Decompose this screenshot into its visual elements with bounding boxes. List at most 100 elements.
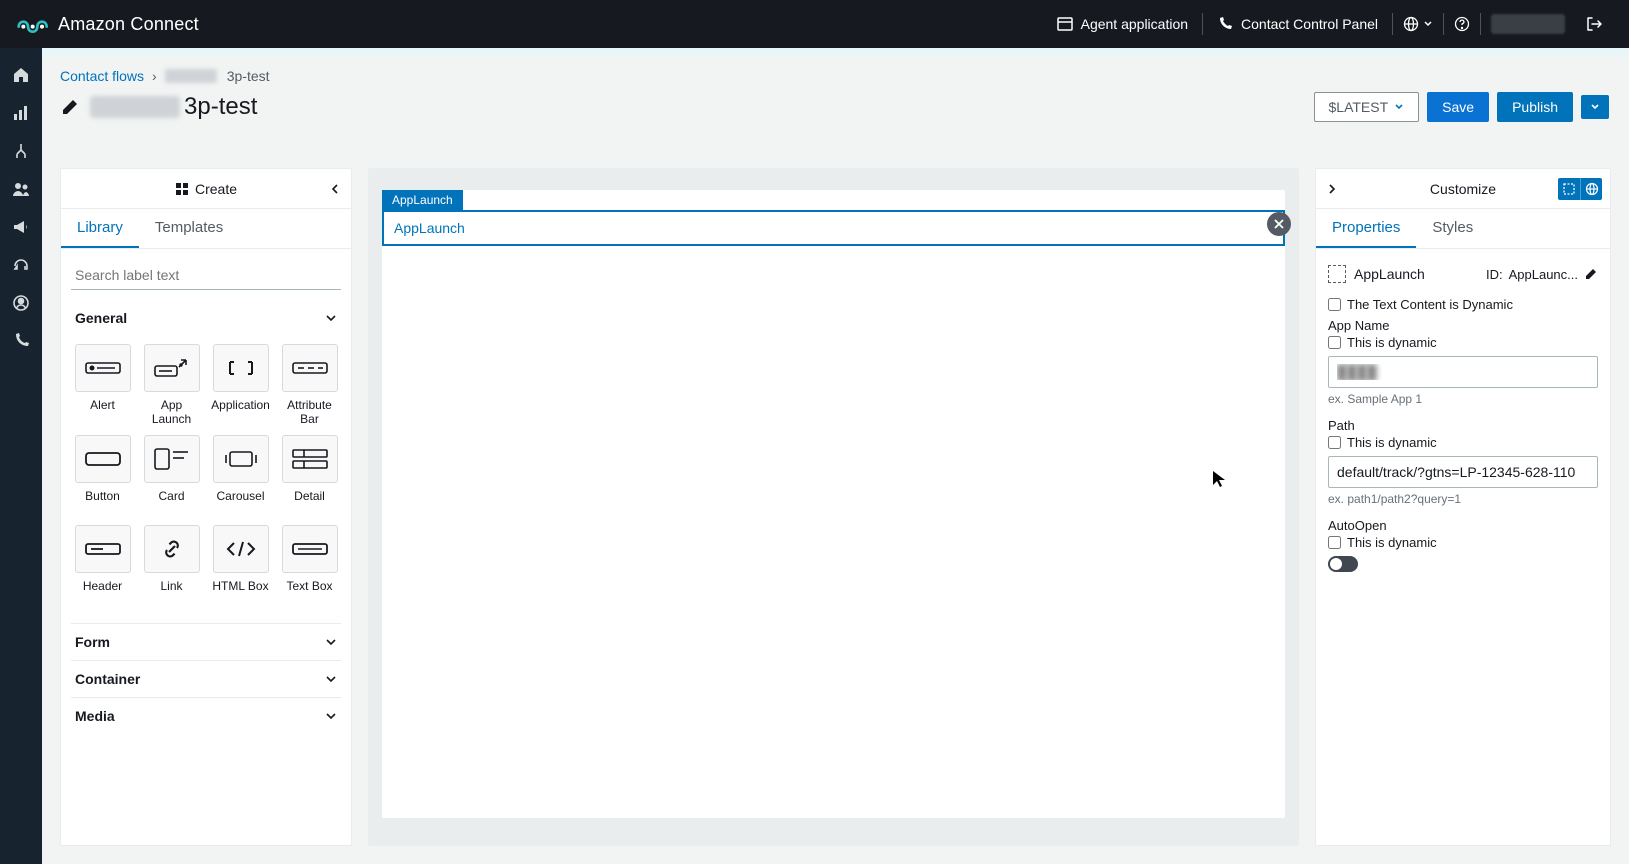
id-label: ID: xyxy=(1486,267,1503,282)
ccp-label: Contact Control Panel xyxy=(1241,16,1378,32)
section-media[interactable]: Media xyxy=(71,697,341,734)
breadcrumb-root[interactable]: Contact flows xyxy=(60,68,144,84)
path-dynamic-label: This is dynamic xyxy=(1347,435,1437,450)
autoopen-label: AutoOpen xyxy=(1328,518,1598,533)
customize-header-label: Customize xyxy=(1430,181,1496,197)
tab-library[interactable]: Library xyxy=(61,209,139,248)
autoopen-dynamic-row[interactable]: This is dynamic xyxy=(1328,535,1598,550)
edit-title-icon[interactable] xyxy=(60,97,80,117)
logout-button[interactable] xyxy=(1575,15,1613,33)
breadcrumb: Contact flows › 3p-test xyxy=(60,68,1611,84)
autoopen-dynamic-checkbox[interactable] xyxy=(1328,536,1341,549)
title-redacted xyxy=(90,96,180,118)
version-label: $LATEST xyxy=(1329,99,1389,115)
create-header-label: Create xyxy=(195,181,237,197)
user-menu[interactable] xyxy=(1481,14,1575,34)
block-link[interactable]: Link xyxy=(140,525,203,607)
element-name: AppLaunch xyxy=(1354,266,1425,282)
canvas-node-close[interactable] xyxy=(1267,212,1291,236)
language-menu[interactable] xyxy=(1393,16,1443,32)
ccp-link[interactable]: Contact Control Panel xyxy=(1203,16,1392,32)
section-form[interactable]: Form xyxy=(71,623,341,660)
app-name-hint: ex. Sample App 1 xyxy=(1328,392,1598,406)
globe-icon xyxy=(1403,16,1419,32)
block-app-launch[interactable]: App Launch xyxy=(140,344,203,427)
block-carousel[interactable]: Carousel xyxy=(209,435,272,517)
caret-down-icon xyxy=(1394,102,1404,112)
block-detail[interactable]: Detail xyxy=(278,435,341,517)
block-text-box[interactable]: Text Box xyxy=(278,525,341,607)
tab-templates[interactable]: Templates xyxy=(139,209,239,248)
preview-mode-button[interactable] xyxy=(1580,178,1602,200)
canvas-node-input[interactable] xyxy=(382,210,1285,246)
customize-tabs: Properties Styles xyxy=(1316,209,1610,249)
collapse-create-button[interactable] xyxy=(329,183,341,195)
dynamic-text-label: The Text Content is Dynamic xyxy=(1347,297,1513,312)
help-button[interactable] xyxy=(1444,16,1480,32)
user-name-redacted xyxy=(1491,14,1565,34)
edit-id-button[interactable] xyxy=(1584,267,1598,281)
block-button[interactable]: Button xyxy=(71,435,134,517)
customize-panel: Customize Properties Styles xyxy=(1315,168,1611,846)
dynamic-text-row[interactable]: The Text Content is Dynamic xyxy=(1328,297,1598,312)
mouse-cursor-icon xyxy=(1212,470,1226,488)
save-button[interactable]: Save xyxy=(1427,92,1489,122)
chevron-right-icon xyxy=(1326,183,1338,195)
block-alert[interactable]: Alert xyxy=(71,344,134,427)
block-header[interactable]: Header xyxy=(71,525,134,607)
section-form-label: Form xyxy=(75,634,110,650)
publish-menu-button[interactable] xyxy=(1581,95,1609,119)
canvas[interactable]: AppLaunch xyxy=(382,190,1285,818)
agent-application-link[interactable]: Agent application xyxy=(1043,16,1202,32)
phone-icon xyxy=(1217,16,1233,32)
path-hint: ex. path1/path2?query=1 xyxy=(1328,492,1598,506)
block-attribute-bar[interactable]: Attribute Bar xyxy=(278,344,341,427)
breadcrumb-redacted xyxy=(165,69,217,83)
blocks-grid: Alert App Launch Application Attribute B… xyxy=(71,336,341,623)
collapse-customize-button[interactable] xyxy=(1326,183,1338,195)
section-container[interactable]: Container xyxy=(71,660,341,697)
nav-phone-icon[interactable] xyxy=(12,332,30,350)
section-general[interactable]: General xyxy=(71,300,341,336)
nav-users-icon[interactable] xyxy=(12,180,30,198)
select-mode-button[interactable] xyxy=(1558,178,1580,200)
publish-button[interactable]: Publish xyxy=(1497,92,1573,122)
title-suffix: 3p-test xyxy=(184,93,257,121)
globe-icon xyxy=(1585,182,1599,196)
bounding-box-icon xyxy=(1562,182,1576,196)
path-input[interactable] xyxy=(1328,456,1598,488)
dynamic-text-checkbox[interactable] xyxy=(1328,298,1341,311)
tab-styles[interactable]: Styles xyxy=(1416,209,1489,248)
chevron-left-icon xyxy=(329,183,341,195)
chevron-down-icon xyxy=(325,636,337,648)
nav-analytics-icon[interactable] xyxy=(12,104,30,122)
app-name-dynamic-checkbox[interactable] xyxy=(1328,336,1341,349)
block-html-box[interactable]: HTML Box xyxy=(209,525,272,607)
connect-logo-icon xyxy=(16,12,48,36)
path-dynamic-row[interactable]: This is dynamic xyxy=(1328,435,1598,450)
canvas-wrap: AppLaunch xyxy=(368,168,1299,846)
nav-routing-icon[interactable] xyxy=(12,142,30,160)
element-type-icon xyxy=(1328,265,1346,283)
nav-headset-icon[interactable] xyxy=(12,256,30,274)
grid-icon xyxy=(175,182,189,196)
brand-wrap[interactable]: Amazon Connect xyxy=(16,12,199,36)
nav-campaigns-icon[interactable] xyxy=(12,218,30,236)
app-name-dynamic-row[interactable]: This is dynamic xyxy=(1328,335,1598,350)
nav-home-icon[interactable] xyxy=(12,66,30,84)
search-input[interactable] xyxy=(71,257,341,290)
tab-properties[interactable]: Properties xyxy=(1316,209,1416,248)
path-dynamic-checkbox[interactable] xyxy=(1328,436,1341,449)
block-card[interactable]: Card xyxy=(140,435,203,517)
create-tabs: Library Templates xyxy=(61,209,351,249)
top-bar: Amazon Connect Agent application Contact… xyxy=(0,0,1629,48)
chevron-down-icon xyxy=(325,312,337,324)
nav-profile-icon[interactable] xyxy=(12,294,30,312)
app-name-input[interactable] xyxy=(1328,356,1598,388)
canvas-node-chip[interactable]: AppLaunch xyxy=(382,190,463,210)
chevron-down-icon xyxy=(325,673,337,685)
logout-icon xyxy=(1585,15,1603,33)
version-dropdown[interactable]: $LATEST xyxy=(1314,92,1420,122)
block-application[interactable]: Application xyxy=(209,344,272,427)
autoopen-toggle[interactable] xyxy=(1328,556,1358,572)
